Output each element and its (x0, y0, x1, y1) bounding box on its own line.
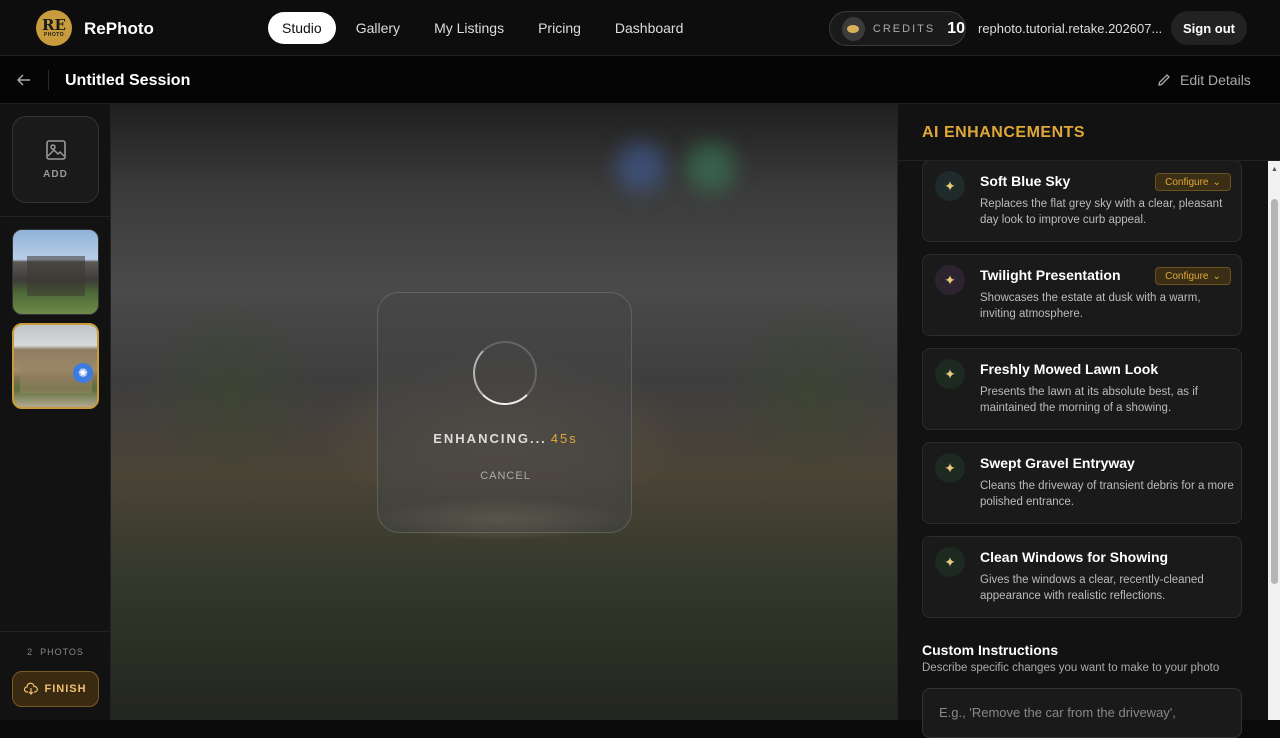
blurred-shape (686, 142, 736, 192)
logo-text: RE (42, 16, 66, 34)
custom-instructions-input[interactable]: E.g., 'Remove the car from the driveway'… (922, 688, 1242, 738)
enhancing-status: ENHANCING... 45s (433, 431, 578, 446)
custom-instructions-title: Custom Instructions (922, 642, 1059, 658)
top-nav: RE PHOTO RePhoto Studio Gallery My Listi… (0, 0, 1280, 56)
enhancing-overlay: ENHANCING... 45s CANCEL (377, 292, 632, 533)
enhancement-title: Freshly Mowed Lawn Look (980, 361, 1159, 377)
loading-spinner-icon (473, 341, 537, 405)
main-nav: Studio Gallery My Listings Pricing Dashb… (268, 12, 703, 44)
session-bar: Untitled Session Edit Details (0, 56, 1280, 104)
nav-pricing[interactable]: Pricing (524, 12, 595, 44)
divider (0, 631, 111, 632)
nav-dashboard[interactable]: Dashboard (601, 12, 698, 44)
brand-name[interactable]: RePhoto (84, 19, 154, 39)
configure-button[interactable]: Configure ⌄ (1155, 267, 1231, 285)
sparkle-icon: ✦ (935, 453, 965, 483)
cloud-download-icon (24, 682, 39, 695)
sparkle-icon: ✦ (935, 547, 965, 577)
enhancement-card-soft-blue-sky[interactable]: ✦ Soft Blue Sky Configure ⌄ Replaces the … (922, 161, 1242, 242)
edit-details-button[interactable]: Edit Details (1156, 72, 1251, 88)
nav-gallery[interactable]: Gallery (342, 12, 414, 44)
enhancement-description: Presents the lawn at its absolute best, … (980, 386, 1198, 414)
rephoto-logo[interactable]: RE PHOTO (36, 10, 72, 46)
photo-thumbnail[interactable] (12, 229, 99, 315)
sign-out-button[interactable]: Sign out (1171, 11, 1247, 45)
chevron-down-icon: ⌄ (1212, 176, 1221, 188)
sparkle-icon: ✦ (935, 359, 965, 389)
configure-button[interactable]: Configure ⌄ (1155, 173, 1231, 191)
sparkle-icon: ✦ (935, 265, 965, 295)
enhancement-description: Gives the windows a clear, recently-clea… (980, 574, 1204, 602)
back-arrow-icon[interactable] (16, 72, 32, 88)
divider (0, 216, 111, 217)
enhancement-card-windows[interactable]: ✦ Clean Windows for Showing Gives the wi… (922, 536, 1242, 618)
scrollbar-thumb[interactable] (1271, 199, 1278, 584)
divider (48, 70, 49, 90)
scrollbar[interactable]: ▲ (1268, 161, 1280, 720)
enhancement-description: Replaces the flat grey sky with a clear,… (980, 198, 1223, 226)
edit-details-label: Edit Details (1180, 72, 1251, 88)
logo-subtext: PHOTO (43, 32, 65, 38)
enhancement-description: Cleans the driveway of transient debris … (980, 480, 1234, 508)
photo-sidebar: ADD ✺ 2 PHOTOS FINISH (0, 104, 111, 720)
enhancement-title: Clean Windows for Showing (980, 549, 1169, 565)
coins-icon (842, 16, 865, 41)
credits-label: CREDITS (872, 22, 936, 35)
enhancement-card-gravel[interactable]: ✦ Swept Gravel Entryway Cleans the drive… (922, 442, 1242, 524)
finish-button[interactable]: FINISH (12, 671, 99, 707)
photo-count: 2 PHOTOS (27, 647, 84, 657)
enhancement-title: Swept Gravel Entryway (980, 455, 1135, 471)
photo-canvas: ENHANCING... 45s CANCEL (111, 104, 897, 720)
photo-thumbnail-selected[interactable]: ✺ (12, 323, 99, 409)
enhancement-list[interactable]: ✦ Soft Blue Sky Configure ⌄ Replaces the … (898, 161, 1280, 720)
image-icon (45, 140, 66, 160)
enhancement-card-lawn[interactable]: ✦ Freshly Mowed Lawn Look Presents the l… (922, 348, 1242, 430)
sparkle-icon: ✦ (935, 171, 965, 201)
processing-icon: ✺ (73, 363, 93, 383)
scroll-up-icon[interactable]: ▲ (1271, 166, 1278, 173)
enhancements-panel: AI ENHANCEMENTS ✦ Soft Blue Sky Configur… (897, 104, 1280, 738)
blurred-shape (616, 142, 666, 192)
enhancement-title: Soft Blue Sky (980, 173, 1071, 189)
session-title: Untitled Session (65, 72, 191, 89)
elapsed-seconds: 45s (550, 431, 578, 446)
nav-studio[interactable]: Studio (268, 12, 336, 44)
credits-badge[interactable]: CREDITS 10 (829, 11, 966, 46)
chevron-down-icon: ⌄ (1212, 270, 1221, 282)
pencil-icon (1158, 74, 1170, 86)
cancel-button[interactable]: CANCEL (378, 470, 633, 482)
nav-my-listings[interactable]: My Listings (420, 12, 518, 44)
credits-value: 10 (947, 19, 965, 37)
panel-title: AI ENHANCEMENTS (922, 124, 1086, 141)
enhancement-card-twilight[interactable]: ✦ Twilight Presentation Configure ⌄ Showc… (922, 254, 1242, 336)
add-label: ADD (43, 169, 68, 180)
custom-instructions-description: Describe specific changes you want to ma… (922, 662, 1220, 674)
enhancement-title: Twilight Presentation (980, 267, 1121, 283)
add-photo-button[interactable]: ADD (12, 116, 99, 203)
finish-label: FINISH (44, 683, 87, 695)
user-email[interactable]: rephoto.tutorial.retake.202607... (978, 21, 1162, 36)
enhancement-description: Showcases the estate at dusk with a warm… (980, 292, 1201, 320)
